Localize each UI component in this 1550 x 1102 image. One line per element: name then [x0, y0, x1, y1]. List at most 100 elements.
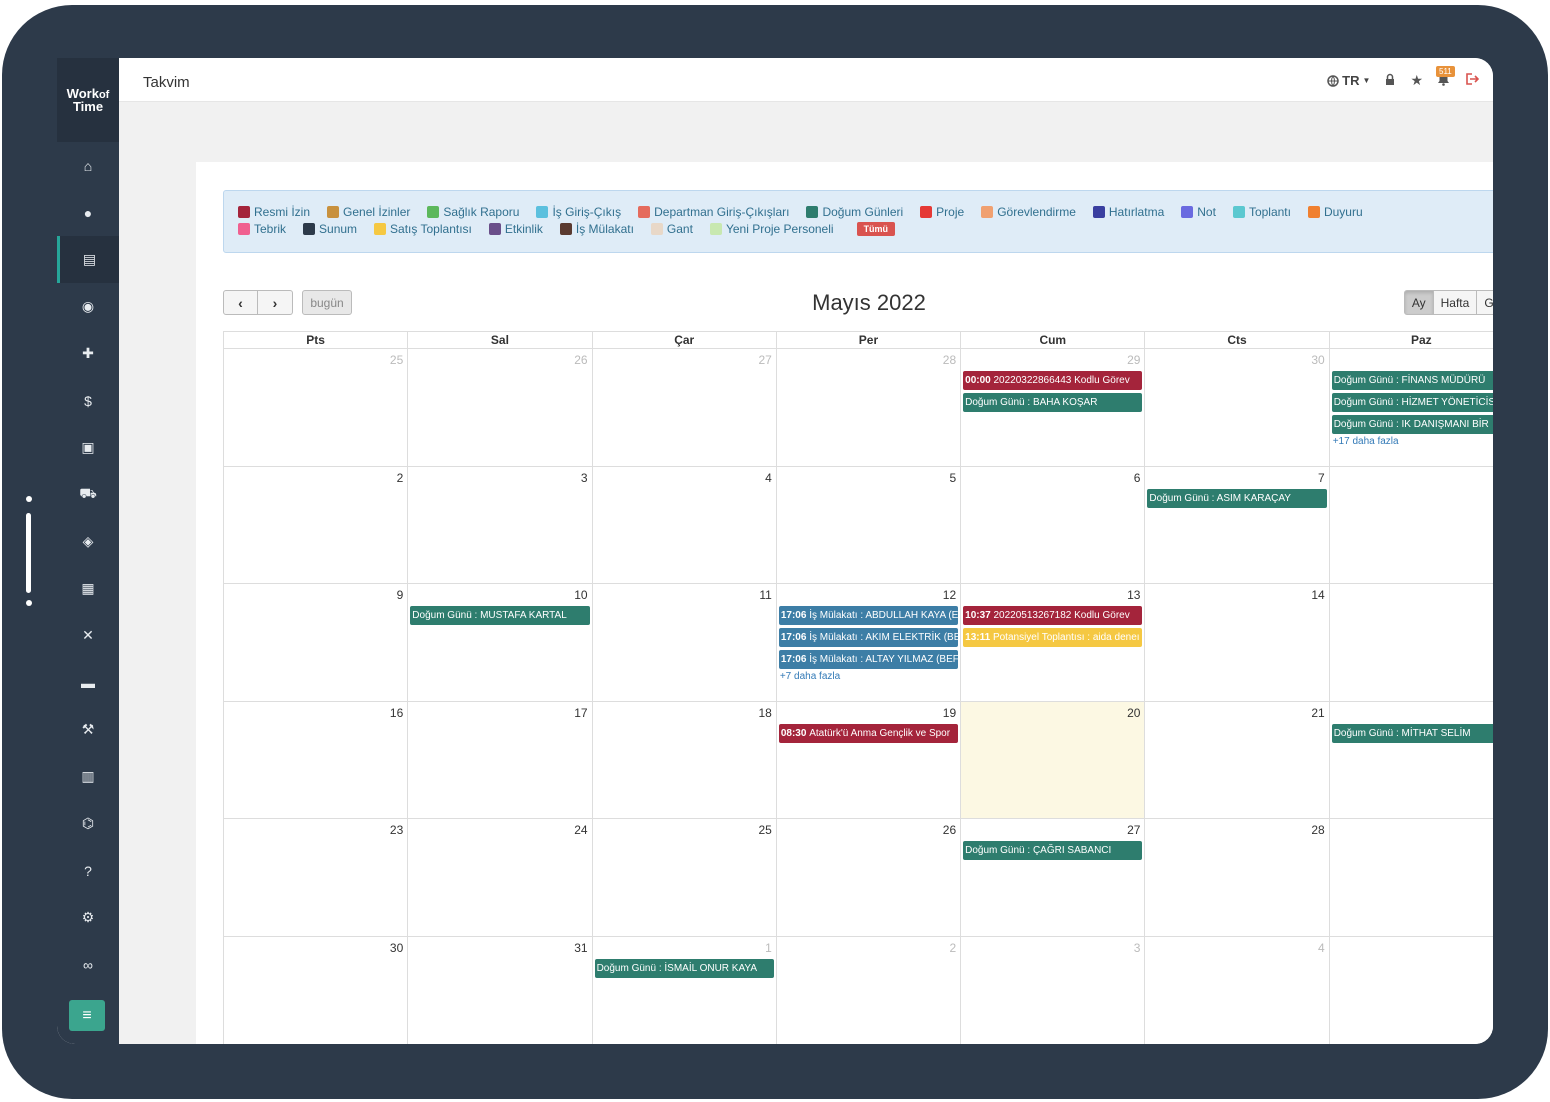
day-cell[interactable]: 9 — [224, 584, 409, 702]
notification-bell[interactable]: 511 — [1436, 66, 1455, 89]
day-cell[interactable]: 30 — [1145, 349, 1330, 467]
lock-icon[interactable] — [1384, 73, 1396, 89]
day-cell[interactable]: 5 — [1330, 937, 1493, 1045]
sidebar-item-money[interactable]: ▣ — [57, 424, 119, 471]
calendar-event[interactable]: Doğum Günü : İSMAİL ONUR KAYA — [594, 958, 774, 978]
day-cell[interactable]: 28 — [776, 349, 962, 467]
day-cell[interactable]: 29 00:00 20220322866443 Kodlu Görev Doğum … — [961, 349, 1146, 467]
day-cell[interactable]: 24 — [408, 819, 593, 937]
day-cell[interactable]: 29 — [1329, 819, 1493, 937]
menu-toggle-button[interactable]: ≡ — [69, 1000, 105, 1031]
sidebar-item-cubes[interactable]: ◈ — [57, 518, 119, 565]
sidebar-item-document[interactable]: ▤ — [57, 236, 119, 283]
logout-icon[interactable] — [1464, 72, 1480, 89]
day-cell[interactable]: 14 — [1145, 584, 1330, 702]
day-cell[interactable]: 7 Doğum Günü : ASIM KARAÇAY — [1145, 466, 1330, 584]
legend-item[interactable]: İş Giriş-Çıkış — [536, 205, 621, 219]
show-all-button[interactable]: Tümü — [856, 222, 896, 236]
star-icon[interactable]: ★ — [1410, 72, 1423, 89]
more-events-link[interactable]: +17 daha fazla — [1333, 436, 1399, 447]
sidebar-item-bank[interactable]: ⌬ — [57, 800, 119, 847]
day-cell[interactable]: 21 — [1145, 701, 1330, 819]
day-cell[interactable]: 27 — [592, 349, 777, 467]
view-button-ay[interactable]: Ay — [1403, 290, 1434, 315]
day-cell[interactable]: 28 — [1145, 819, 1330, 937]
day-cell[interactable]: 25 — [224, 349, 409, 467]
legend-item[interactable]: Yeni Proje Personeli — [709, 222, 834, 236]
day-cell[interactable]: 26 — [408, 349, 593, 467]
legend-item[interactable]: Hatırlatma — [1092, 205, 1164, 219]
sidebar-item-users[interactable]: ◉ — [57, 283, 119, 330]
legend-item[interactable]: Tebrik — [238, 222, 286, 236]
sidebar-item-gears[interactable]: ⚙ — [57, 894, 119, 941]
sidebar-item-cart[interactable]: ⛟ — [57, 471, 119, 518]
day-cell[interactable]: 12 17:06 İş Mülakatı : ABDULLAH KAYA (E 17… — [776, 584, 962, 702]
calendar-event[interactable]: 13:11 Potansiyel Toplantısı : aida deneı — [963, 628, 1143, 647]
day-cell[interactable]: 13 10:37 20220513267182 Kodlu Görev 13:11 … — [961, 584, 1146, 702]
day-cell[interactable]: 1Doğum Günü : FİNANS MÜDÜRÜDoğum Günü : … — [1329, 349, 1493, 467]
calendar-event[interactable]: Doğum Günü : IK DANIŞMANI BİR — [1331, 415, 1493, 434]
sidebar-item-dollar[interactable]: $ — [57, 377, 119, 424]
legend-item[interactable]: Gant — [650, 222, 693, 236]
sidebar-item-medkit[interactable]: ✚ — [57, 330, 119, 377]
day-cell[interactable]: 26 — [776, 819, 962, 937]
legend-item[interactable]: Departman Giriş-Çıkışları — [638, 205, 789, 219]
day-cell[interactable]: 2 — [224, 466, 409, 584]
calendar-event[interactable]: Doğum Günü : MİTHAT SELİM — [1331, 723, 1493, 743]
day-cell[interactable]: 27 Doğum Günü : ÇAĞRI SABANCI — [961, 819, 1146, 937]
day-cell[interactable]: 23 — [224, 819, 409, 937]
legend-item[interactable]: Satış Toplantısı — [374, 222, 472, 236]
more-events-link[interactable]: +7 daha fazla — [780, 671, 840, 682]
day-cell[interactable]: 31 — [408, 936, 593, 1044]
day-cell[interactable]: 22Doğum Günü : MİTHAT SELİM — [1329, 702, 1493, 819]
legend-item[interactable]: Duyuru — [1307, 205, 1363, 219]
calendar-event[interactable]: 17:06 İş Mülakatı : ALTAY YILMAZ (BEF — [778, 650, 959, 669]
day-cell[interactable]: 19 08:30 Atatürk'ü Anma Gençlik ve Spor — [776, 701, 962, 819]
day-cell[interactable]: 1 Doğum Günü : İSMAİL ONUR KAYA — [593, 936, 777, 1044]
sidebar-item-qrcode[interactable]: ▦ — [57, 565, 119, 612]
day-cell[interactable]: 18 — [592, 701, 777, 819]
day-cell[interactable]: 3 — [961, 936, 1146, 1044]
sidebar-item-wrench[interactable]: ⚒ — [57, 706, 119, 753]
sidebar-item-question[interactable]: ? — [57, 847, 119, 894]
calendar-event[interactable]: Doğum Günü : FİNANS MÜDÜRÜ — [1331, 371, 1493, 390]
day-cell[interactable]: 8 — [1329, 467, 1493, 584]
sidebar-item-briefcase[interactable]: ▬ — [57, 659, 119, 706]
legend-item[interactable]: Etkinlik — [488, 222, 543, 236]
day-cell[interactable]: 25 — [592, 819, 777, 937]
day-cell[interactable]: 16 — [224, 701, 409, 819]
calendar-event[interactable]: Doğum Günü : MUSTAFA KARTAL — [410, 606, 590, 625]
calendar-event[interactable]: Doğum Günü : BAHA KOŞAR — [963, 393, 1143, 412]
day-cell[interactable]: 15 — [1329, 584, 1493, 702]
legend-item[interactable]: Resmi İzin — [238, 205, 310, 219]
day-cell[interactable]: 2 — [777, 936, 962, 1044]
calendar-event[interactable]: Doğum Günü : ÇAĞRI SABANCI — [963, 841, 1143, 860]
sidebar-item-building[interactable]: ▥ — [57, 753, 119, 800]
sidebar-item-home[interactable]: ⌂ — [57, 142, 119, 189]
day-cell[interactable]: 4 — [1145, 936, 1330, 1044]
day-cell[interactable]: 5 — [776, 466, 962, 584]
calendar-event[interactable]: 10:37 20220513267182 Kodlu Görev — [963, 606, 1143, 625]
legend-item[interactable]: Sunum — [303, 222, 357, 236]
day-cell[interactable]: 20 — [961, 701, 1146, 819]
calendar-event[interactable]: 17:06 İş Mülakatı : ABDULLAH KAYA (E — [778, 606, 959, 625]
calendar-event[interactable]: Doğum Günü : HİZMET YÖNETİCİSİ — [1331, 393, 1493, 412]
day-cell[interactable]: 3 — [408, 466, 593, 584]
logo[interactable]: Workof Time — [57, 58, 119, 142]
legend-item[interactable]: Sağlık Raporu — [427, 205, 519, 219]
calendar-event[interactable]: 17:06 İş Mülakatı : AKIM ELEKTRİK (BE — [778, 628, 959, 647]
day-cell[interactable]: 17 — [408, 701, 593, 819]
day-cell[interactable]: 10 Doğum Günü : MUSTAFA KARTAL — [408, 584, 593, 702]
legend-item[interactable]: Proje — [920, 205, 964, 219]
legend-item[interactable]: İş Mülakatı — [559, 222, 634, 236]
legend-item[interactable]: Doğum Günleri — [806, 205, 903, 219]
legend-item[interactable]: Genel İzinler — [327, 205, 410, 219]
sidebar-item-link[interactable]: ∞ — [57, 941, 119, 988]
calendar-event[interactable]: 00:00 20220322866443 Kodlu Görev — [963, 371, 1143, 390]
view-button-gün[interactable]: Gün — [1477, 290, 1493, 315]
day-cell[interactable]: 6 — [961, 466, 1146, 584]
calendar-event[interactable]: 08:30 Atatürk'ü Anma Gençlik ve Spor — [778, 723, 959, 743]
legend-item[interactable]: Toplantı — [1232, 205, 1291, 219]
day-cell[interactable]: 11 — [592, 584, 777, 702]
calendar-event[interactable]: Doğum Günü : ASIM KARAÇAY — [1147, 488, 1327, 508]
